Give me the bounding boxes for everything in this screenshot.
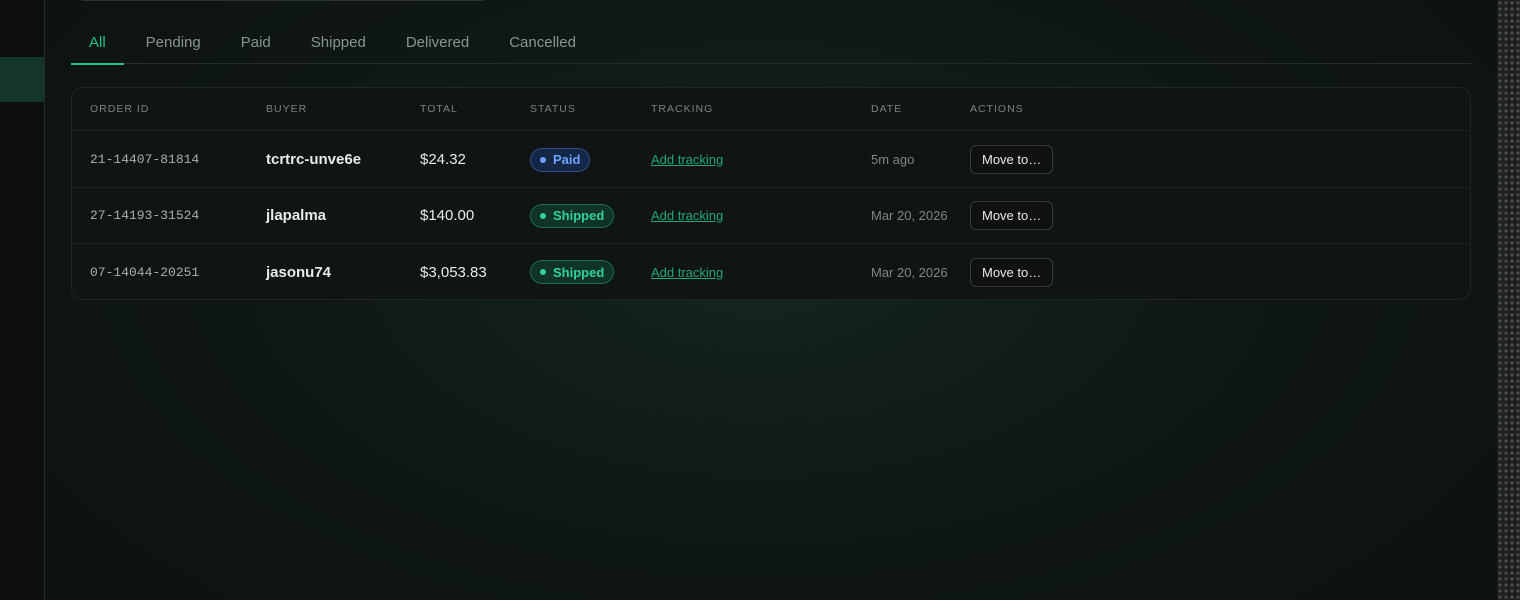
status-badge: Shipped — [530, 203, 615, 228]
order-date: 5m ago — [871, 152, 915, 167]
status-label: Shipped — [553, 264, 605, 280]
table-header-row: ORDER ID BUYER TOTAL STATUS TRACKING DAT… — [72, 88, 1470, 131]
status-cell: Shipped — [530, 188, 615, 243]
order-date: Mar 20, 2026 — [871, 264, 948, 280]
actions-cell: Move to… — [970, 244, 1054, 299]
status-badge: Shipped — [530, 260, 615, 284]
add-tracking-link[interactable]: Add tracking — [651, 265, 723, 280]
add-tracking-link[interactable]: Add tracking — [651, 208, 723, 223]
tracking-cell: Add tracking — [651, 188, 723, 243]
tab-paid[interactable]: Paid — [223, 21, 289, 64]
status-label: Paid — [553, 152, 581, 167]
status-tabs: All Pending Paid Shipped Delivered Cance… — [71, 21, 1471, 65]
header-buyer: BUYER — [266, 103, 308, 115]
scrollbar[interactable] — [1497, 0, 1520, 600]
actions-cell: Move to… — [970, 188, 1054, 243]
buyer-name: jlapalma — [266, 207, 327, 224]
actions-cell: Move to… — [970, 132, 1054, 187]
orders-table: ORDER ID BUYER TOTAL STATUS TRACKING DAT… — [71, 87, 1471, 300]
move-to-button[interactable]: Move to… — [970, 201, 1054, 230]
sidebar-active-item[interactable] — [0, 57, 44, 102]
header-total: TOTAL — [420, 103, 458, 115]
order-date: Mar 20, 2026 — [871, 208, 948, 223]
header-actions: ACTIONS — [970, 103, 1024, 115]
status-dot-icon — [540, 269, 546, 275]
order-total: $24.32 — [420, 151, 466, 168]
header-order-id: ORDER ID — [90, 103, 150, 115]
sidebar — [0, 0, 45, 600]
header-status: STATUS — [530, 103, 576, 115]
tab-all[interactable]: All — [71, 21, 124, 65]
buyer-name: tcrtrc-unve6e — [266, 151, 362, 168]
move-to-button[interactable]: Move to… — [970, 145, 1054, 174]
order-id: 27-14193-31524 — [90, 208, 200, 223]
table-row: 21-14407-81814 tcrtrc-unve6e $24.32 Paid… — [72, 132, 1470, 188]
tab-delivered[interactable]: Delivered — [388, 21, 487, 64]
table-row: 07-14044-20251 jasonu74 $3,053.83 Shippe… — [72, 244, 1470, 299]
status-badge: Paid — [530, 147, 591, 172]
move-to-button[interactable]: Move to… — [970, 257, 1054, 287]
tab-pending[interactable]: Pending — [128, 21, 219, 64]
search-field[interactable] — [78, 0, 488, 1]
status-label: Shipped — [553, 208, 605, 223]
order-id: 07-14044-20251 — [90, 264, 200, 280]
status-dot-icon — [540, 212, 546, 219]
order-total: $140.00 — [420, 207, 475, 224]
header-tracking: TRACKING — [651, 103, 714, 115]
order-total: $3,053.83 — [420, 263, 487, 281]
status-dot-icon — [540, 156, 546, 163]
header-date: DATE — [871, 103, 903, 115]
buyer-name: jasonu74 — [266, 263, 332, 281]
status-cell: Paid — [530, 132, 591, 187]
add-tracking-link[interactable]: Add tracking — [651, 152, 723, 167]
tracking-cell: Add tracking — [651, 244, 723, 299]
table-row: 27-14193-31524 jlapalma $140.00 Shipped … — [72, 188, 1470, 244]
tracking-cell: Add tracking — [651, 132, 723, 187]
tab-cancelled[interactable]: Cancelled — [491, 21, 594, 64]
tab-shipped[interactable]: Shipped — [293, 21, 384, 64]
status-cell: Shipped — [530, 244, 615, 299]
order-id: 21-14407-81814 — [90, 152, 200, 167]
